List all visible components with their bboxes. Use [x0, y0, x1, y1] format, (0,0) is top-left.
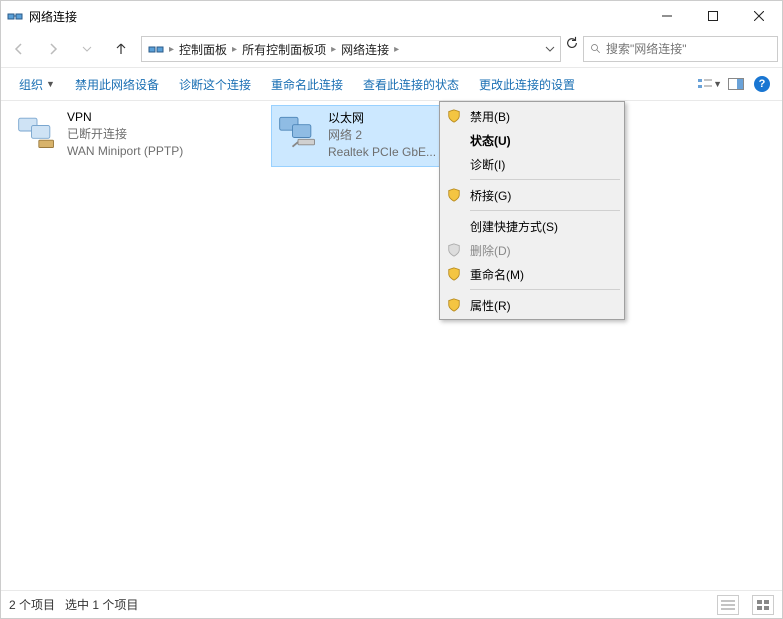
menu-create-shortcut[interactable]: 创建快捷方式(S) [442, 214, 622, 238]
search-box[interactable] [583, 36, 778, 62]
shield-icon [446, 187, 462, 203]
disable-device-button[interactable]: 禁用此网络设备 [65, 70, 169, 99]
crumb-all-items[interactable]: 所有控制面板项 [238, 37, 330, 61]
rename-button[interactable]: 重命名此连接 [261, 70, 353, 99]
refresh-button[interactable] [565, 36, 579, 62]
diagnose-button[interactable]: 诊断这个连接 [169, 70, 261, 99]
menu-label: 诊断(I) [470, 156, 505, 173]
shield-icon [446, 242, 462, 258]
back-button[interactable] [5, 35, 33, 63]
connection-name: VPN [67, 109, 183, 126]
organize-label: 组织 [19, 76, 43, 93]
close-button[interactable] [736, 1, 782, 31]
view-status-button[interactable]: 查看此连接的状态 [353, 70, 469, 99]
menu-label: 属性(R) [470, 297, 511, 314]
menu-label: 禁用(B) [470, 108, 510, 125]
nav-row: ▸ 控制面板 ▸ 所有控制面板项 ▸ 网络连接 ▸ [1, 31, 782, 67]
chevron-right-icon[interactable]: ▸ [168, 44, 175, 55]
change-settings-button[interactable]: 更改此连接的设置 [469, 70, 585, 99]
menu-label: 桥接(G) [470, 187, 511, 204]
window-icon [7, 8, 23, 24]
empty-icon [446, 132, 462, 148]
help-icon: ? [754, 76, 770, 92]
menu-bridge[interactable]: 桥接(G) [442, 183, 622, 207]
menu-label: 状态(U) [470, 132, 511, 149]
menu-properties[interactable]: 属性(R) [442, 293, 622, 317]
chevron-right-icon[interactable]: ▸ [231, 44, 238, 55]
maximize-button[interactable] [690, 1, 736, 31]
menu-label: 创建快捷方式(S) [470, 218, 558, 235]
toolbar: 组织▼ 禁用此网络设备 诊断这个连接 重命名此连接 查看此连接的状态 更改此连接… [1, 67, 782, 101]
chevron-right-icon[interactable]: ▸ [393, 44, 400, 55]
address-bar[interactable]: ▸ 控制面板 ▸ 所有控制面板项 ▸ 网络连接 ▸ [141, 36, 561, 62]
connection-name: 以太网 [328, 110, 436, 127]
view-mode-button[interactable]: ▼ [698, 72, 722, 96]
connection-device: WAN Miniport (PPTP) [67, 143, 183, 160]
status-item-count: 2 个项目 [9, 596, 55, 613]
organize-button[interactable]: 组织▼ [9, 70, 65, 99]
window-title: 网络连接 [29, 8, 644, 25]
details-view-button[interactable] [717, 595, 739, 615]
titlebar: 网络连接 [1, 1, 782, 31]
shield-icon [446, 297, 462, 313]
menu-delete: 删除(D) [442, 238, 622, 262]
connection-status: 网络 2 [328, 127, 436, 144]
minimize-button[interactable] [644, 1, 690, 31]
statusbar: 2 个项目 选中 1 个项目 [1, 590, 782, 618]
menu-separator [470, 210, 620, 211]
empty-icon [446, 156, 462, 172]
menu-diagnose[interactable]: 诊断(I) [442, 152, 622, 176]
content-area[interactable]: VPN 已断开连接 WAN Miniport (PPTP) 以太网 网络 2 R… [1, 101, 782, 590]
connection-status: 已断开连接 [67, 126, 183, 143]
search-icon [590, 43, 602, 55]
menu-separator [470, 179, 620, 180]
help-button[interactable]: ? [750, 72, 774, 96]
context-menu: 禁用(B) 状态(U) 诊断(I) 桥接(G) 创建快捷方式(S) 删除(D) … [439, 101, 625, 320]
shield-icon [446, 266, 462, 282]
crumb-network-connections[interactable]: 网络连接 [337, 37, 393, 61]
crumb-control-panel[interactable]: 控制面板 [175, 37, 231, 61]
menu-separator [470, 289, 620, 290]
menu-status[interactable]: 状态(U) [442, 128, 622, 152]
preview-pane-button[interactable] [724, 72, 748, 96]
ethernet-icon [276, 110, 320, 154]
search-input[interactable] [606, 42, 777, 56]
vpn-icon [15, 109, 59, 153]
status-selected-count: 选中 1 个项目 [65, 596, 138, 613]
menu-label: 删除(D) [470, 242, 511, 259]
chevron-right-icon[interactable]: ▸ [330, 44, 337, 55]
address-icon [144, 37, 168, 61]
recent-dropdown[interactable] [73, 35, 101, 63]
menu-label: 重命名(M) [470, 266, 524, 283]
connection-device: Realtek PCIe GbE... [328, 144, 436, 161]
menu-disable[interactable]: 禁用(B) [442, 104, 622, 128]
forward-button[interactable] [39, 35, 67, 63]
up-button[interactable] [107, 35, 135, 63]
address-dropdown-icon[interactable] [538, 37, 560, 61]
shield-icon [446, 108, 462, 124]
connection-tile-vpn[interactable]: VPN 已断开连接 WAN Miniport (PPTP) [11, 105, 251, 167]
large-icons-view-button[interactable] [752, 595, 774, 615]
menu-rename[interactable]: 重命名(M) [442, 262, 622, 286]
empty-icon [446, 218, 462, 234]
